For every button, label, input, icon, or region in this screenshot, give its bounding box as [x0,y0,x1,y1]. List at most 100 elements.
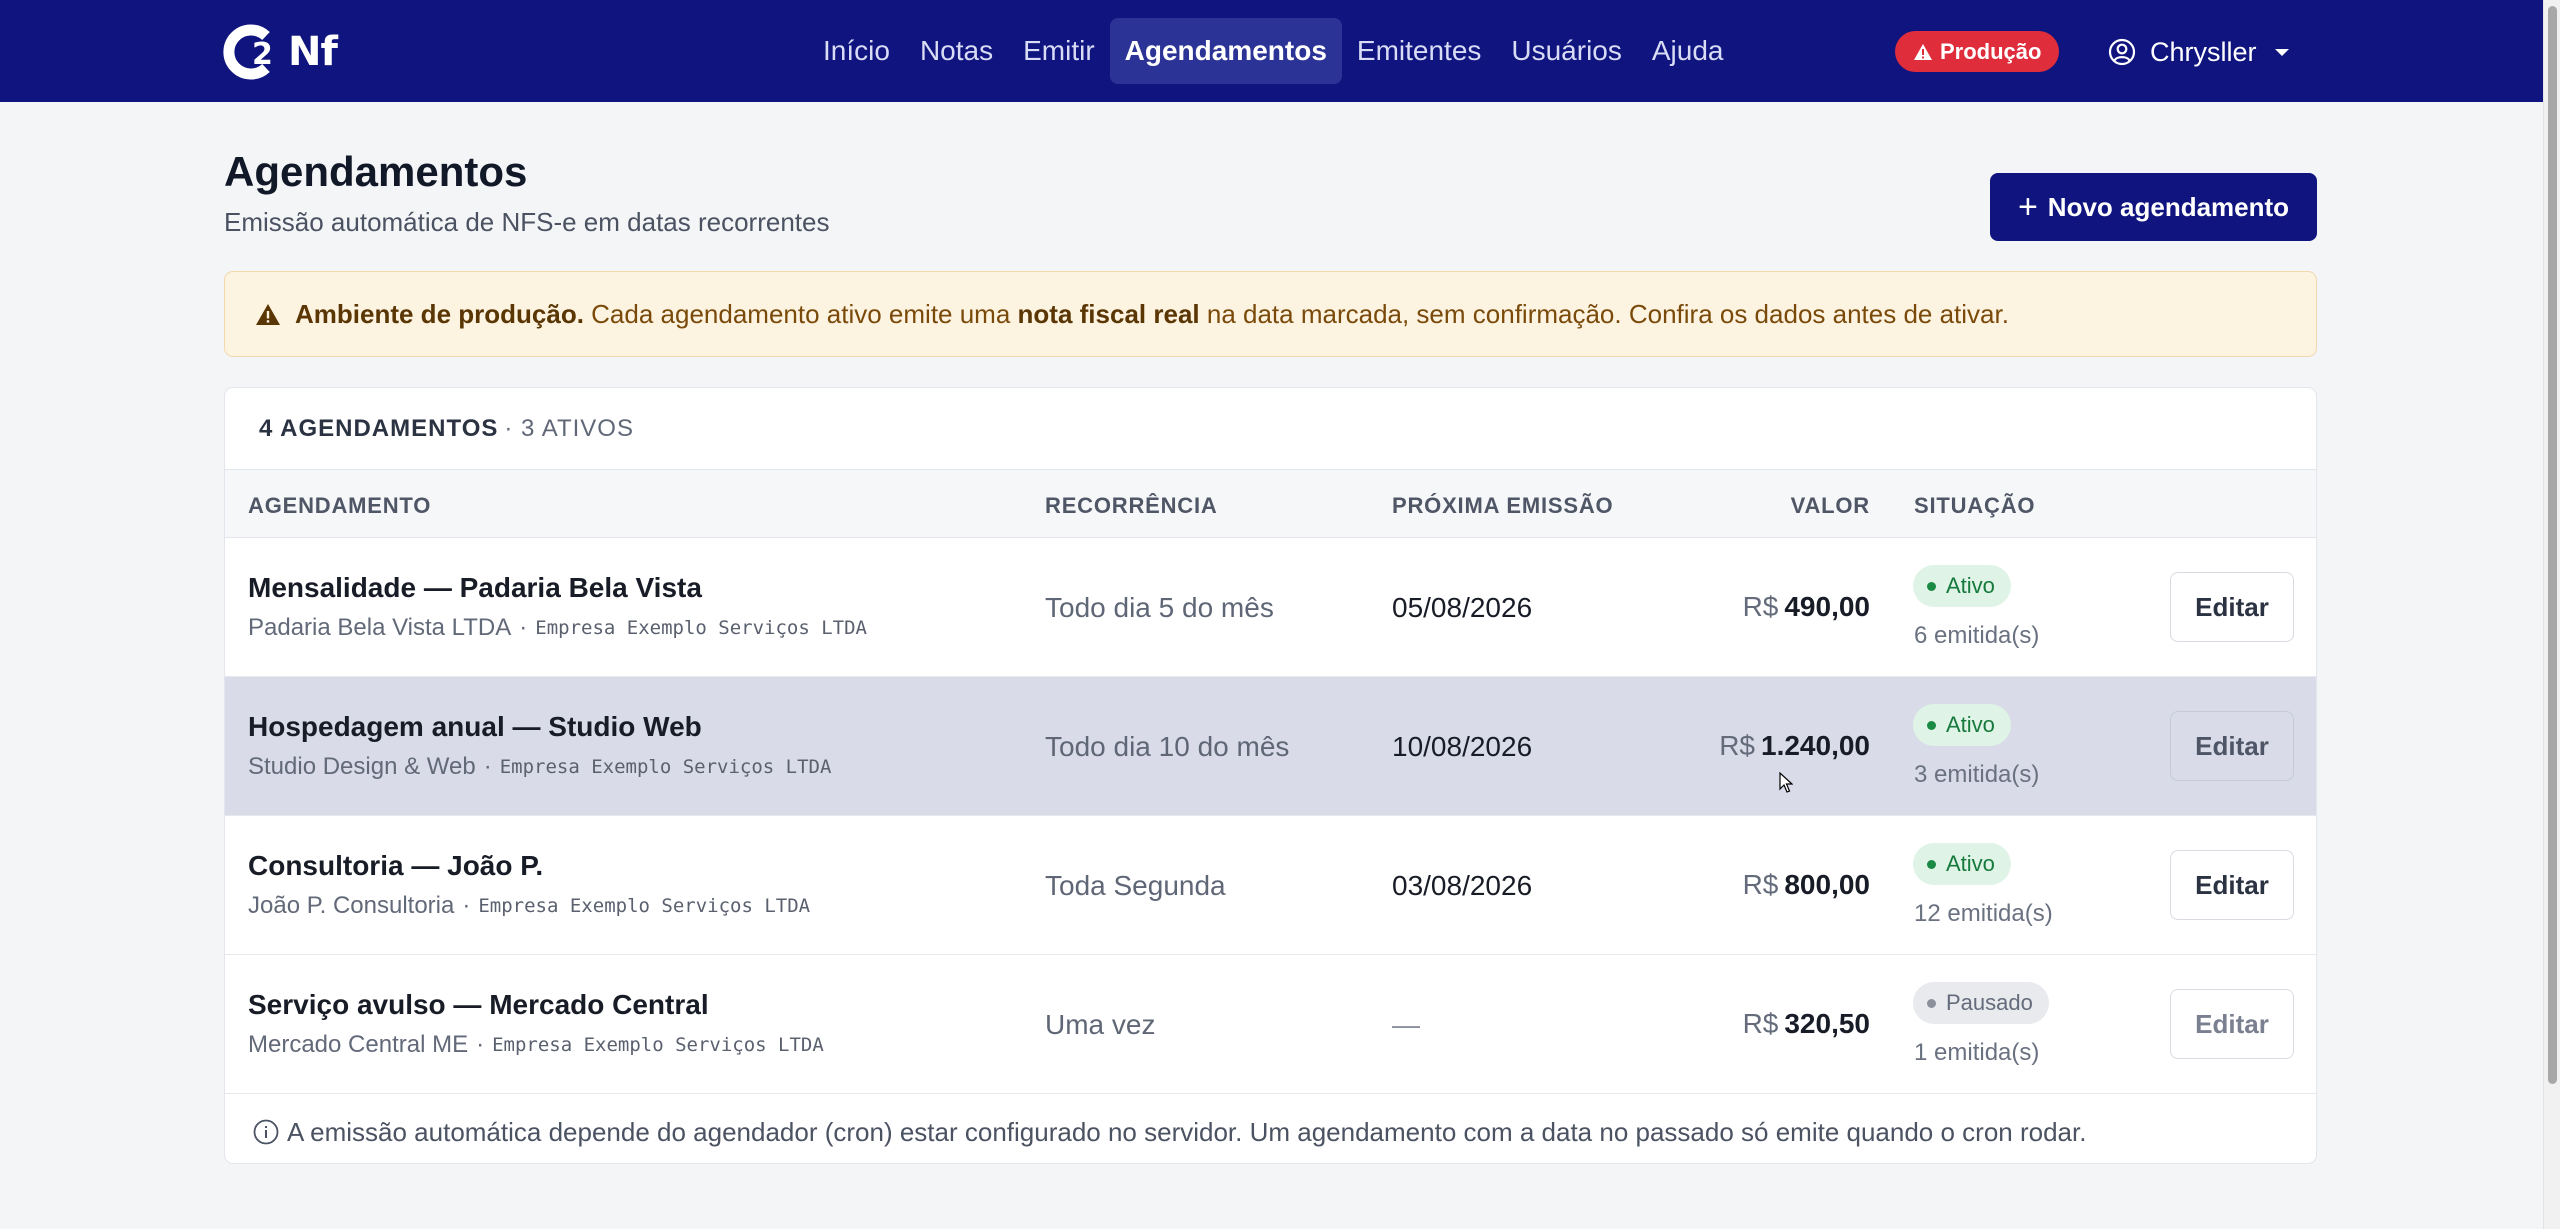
value-amount: 320,50 [1784,1008,1870,1039]
next-issue-date: 05/08/2026 [1392,592,1533,623]
issued-count: 1 emitida(s) [1914,1039,2040,1066]
schedule-subtitle: Studio Design & Web · Empresa Exemplo Se… [248,753,831,781]
alert-strong-label: Ambiente de produção. [295,298,584,329]
alert-text-before: Cada agendamento ativo emite uma [591,298,1011,329]
table-header: AGENDAMENTO RECORRÊNCIA PRÓXIMA EMISSÃO … [225,470,2316,538]
nav-item-notas[interactable]: Notas [905,18,1008,84]
separator-dot: · [462,892,471,919]
schedules-count: 4 AGENDAMENTOS [259,414,499,442]
client-name: João P. Consultoria [248,892,455,919]
plus-icon: + [2017,188,2038,226]
schedule-subtitle: João P. Consultoria · Empresa Exemplo Se… [248,892,810,920]
nav-item-agendamentos[interactable]: Agendamentos [1109,18,1342,84]
status-dot-icon [1927,581,1936,591]
alert-text-after: na data marcada, sem confirmação. Confir… [1206,298,2009,329]
next-issue-date: 03/08/2026 [1392,870,1533,901]
main-nav: Início Notas Emitir Agendamentos Emitent… [808,18,1739,84]
recurrence: Todo dia 10 do mês [1045,731,1290,762]
separator-dot: · [476,1031,485,1058]
status-dot-icon [1927,859,1936,869]
page-subtitle: Emissão automática de NFS-e em datas rec… [224,207,830,237]
app-logo[interactable]: 2 Nf [222,22,338,82]
status-dot-icon [1927,998,1936,1008]
vertical-scrollbar[interactable] [2543,0,2560,1229]
logo-c2-icon: 2 [223,24,273,80]
recurrence: Toda Segunda [1045,870,1226,901]
issuer-name: Empresa Exemplo Serviços LTDA [492,1034,824,1056]
next-issue-date: — [1392,1009,1420,1040]
currency-symbol: R$ [1742,591,1779,622]
status-dot-icon [1927,720,1936,730]
schedules-summary: 4 AGENDAMENTOS · 3 ATIVOS [225,388,2316,470]
client-name: Padaria Bela Vista LTDA [248,614,512,641]
schedules-card: 4 AGENDAMENTOS · 3 ATIVOS AGENDAMENTO RE… [224,387,2317,1164]
scrollbar-thumb[interactable] [2548,6,2557,1084]
issuer-name: Empresa Exemplo Serviços LTDA [478,895,811,917]
issuer-name: Empresa Exemplo Serviços LTDA [499,756,832,778]
nav-item-emitentes[interactable]: Emitentes [1342,18,1497,84]
issued-count: 6 emitida(s) [1914,622,2040,649]
nav-item-ajuda[interactable]: Ajuda [1637,18,1739,84]
client-name: Studio Design & Web [248,753,476,780]
nav-item-inicio[interactable]: Início [808,18,905,84]
table-row[interactable]: Mensalidade — Padaria Bela Vista Padaria… [225,538,2316,677]
cron-footnote: A emissão automática depende do agendado… [225,1099,2316,1163]
table-row[interactable]: Serviço avulso — Mercado Central Mercado… [225,955,2316,1094]
col-header-value: VALOR [1790,493,1870,518]
next-issue-date: 10/08/2026 [1392,731,1533,762]
recurrence: Todo dia 5 do mês [1045,592,1274,623]
new-schedule-button-label: Novo agendamento [2047,191,2290,222]
edit-button[interactable]: Editar [2170,711,2294,781]
status-label: Pausado [1946,990,2033,1015]
page-title: Agendamentos [224,148,528,195]
value: R$ 1.240,00 [1719,730,1870,762]
new-schedule-button[interactable]: + Novo agendamento [1990,173,2317,241]
production-warning-alert: Ambiente de produção. Cada agendamento a… [224,271,2317,357]
issued-count: 12 emitida(s) [1914,900,2053,927]
user-circle-icon [2108,38,2136,66]
nav-item-emitir[interactable]: Emitir [1008,18,1110,84]
value-amount: 800,00 [1784,869,1870,900]
value: R$ 490,00 [1743,591,1870,623]
schedule-subtitle: Padaria Bela Vista LTDA · Empresa Exempl… [248,614,867,642]
edit-button[interactable]: Editar [2170,989,2294,1059]
status-label: Ativo [1946,712,1995,737]
user-menu[interactable]: Chrysller [2108,30,2289,74]
value-amount: 1.240,00 [1761,730,1870,761]
environment-badge-label: Produção [1940,38,2042,64]
separator-dot: · [519,614,528,641]
svg-text:2: 2 [252,37,273,72]
schedule-subtitle: Mercado Central ME · Empresa Exemplo Ser… [248,1031,824,1059]
value: R$ 800,00 [1743,869,1870,901]
table-row[interactable]: Hospedagem anual — Studio Web Studio Des… [225,677,2316,816]
schedule-title: Mensalidade — Padaria Bela Vista [248,572,702,603]
mouse-cursor-icon [1779,772,1793,793]
col-header-status: SITUAÇÃO [1914,493,2036,518]
schedules-active-count: · 3 ATIVOS [504,414,634,442]
top-navbar: 2 Nf Início Notas Emitir Agendamentos Em… [0,0,2543,102]
info-icon [253,1119,279,1145]
schedule-title: Serviço avulso — Mercado Central [248,989,709,1020]
environment-badge: Produção [1895,31,2060,72]
edit-button[interactable]: Editar [2170,572,2294,642]
logo-text: Nf [288,29,338,75]
alert-text: Ambiente de produção. Cada agendamento a… [295,299,2009,330]
issuer-name: Empresa Exemplo Serviços LTDA [535,617,867,639]
currency-symbol: R$ [1719,730,1755,761]
edit-button[interactable]: Editar [2170,850,2294,920]
status-label: Ativo [1946,573,1995,598]
issued-count: 3 emitida(s) [1914,761,2040,788]
warning-icon [1914,43,1932,60]
nav-item-usuarios[interactable]: Usuários [1496,18,1636,84]
col-header-next-issue: PRÓXIMA EMISSÃO [1392,493,1614,518]
currency-symbol: R$ [1742,869,1779,900]
schedule-title: Consultoria — João P. [248,850,544,881]
status-badge: Ativo [1913,704,2011,746]
table-row[interactable]: Consultoria — João P. João P. Consultori… [225,816,2316,955]
status-badge: Pausado [1913,982,2049,1024]
client-name: Mercado Central ME [248,1031,469,1058]
recurrence: Uma vez [1045,1009,1156,1040]
status-badge: Ativo [1913,565,2011,607]
schedule-title: Hospedagem anual — Studio Web [248,711,702,742]
user-name: Chrysller [2150,36,2257,67]
